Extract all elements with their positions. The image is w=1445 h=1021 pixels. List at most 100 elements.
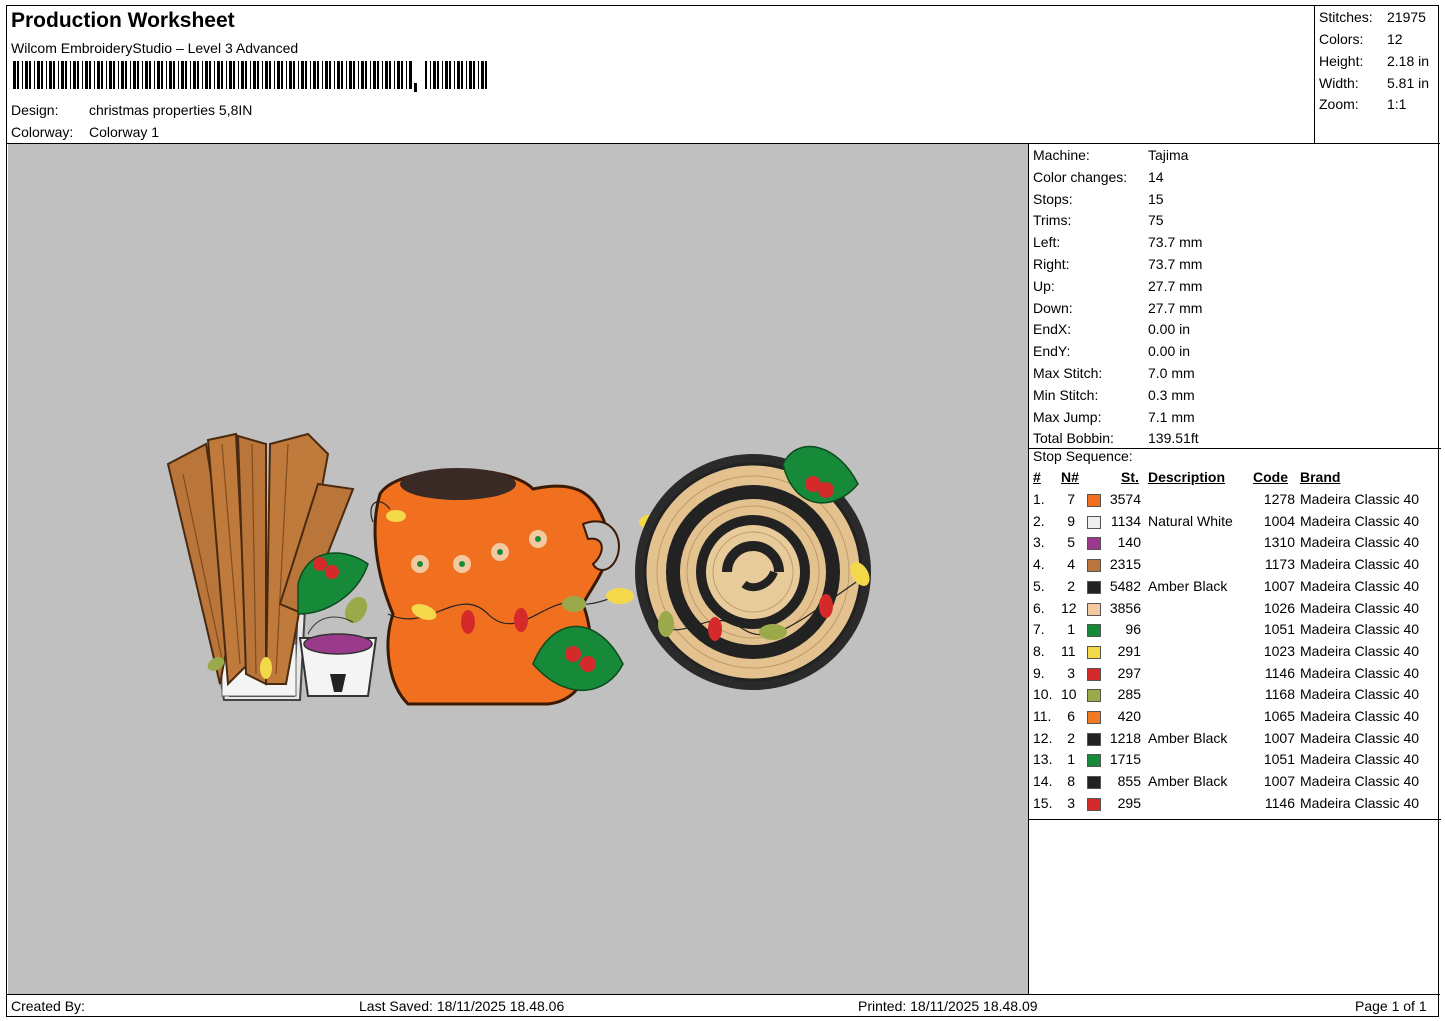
needle-number: 8 [1067, 773, 1075, 790]
machine-stat-row: Down: 27.7 mm [1033, 300, 1202, 316]
stat-stitches: Stitches: 21975 [1319, 9, 1441, 25]
stitch-count: 285 [1117, 686, 1141, 703]
page-number: Page 1 of 1 [1355, 998, 1427, 1014]
machine-stat-value: 73.7 mm [1148, 234, 1203, 251]
row-number: 11. [1033, 708, 1052, 724]
thread-brand: Madeira Classic 40 [1300, 751, 1420, 768]
thread-code: 1146 [1264, 794, 1295, 811]
needle-number: 4 [1067, 556, 1075, 573]
machine-stat-value: 27.7 mm [1148, 299, 1203, 316]
machine-stat-row: Right: 73.7 mm [1033, 256, 1202, 272]
stat-label: Colors: [1319, 31, 1364, 47]
needle-number: 11 [1061, 642, 1076, 659]
stitch-count: 96 [1125, 621, 1141, 638]
machine-stat-label: Machine: [1033, 147, 1090, 163]
col-header-st: St. [1121, 469, 1139, 485]
machine-stat-value: 0.3 mm [1148, 386, 1195, 403]
machine-stat-label: Trims: [1033, 212, 1072, 229]
machine-stat-row: Total Bobbin: 139.51ft [1033, 430, 1199, 446]
stop-sequence-row: 12. 2 1218 Amber Black 1007 Madeira Classic 4… [1029, 730, 1441, 751]
stop-sequence-row: 7. 1 96 1051 Madeira Classic 40 [1029, 621, 1441, 642]
thread-color-swatch [1087, 732, 1101, 746]
stitch-count: 295 [1117, 794, 1141, 811]
stop-sequence-row: 5. 2 5482 Amber Black 1007 Madeira Classic 40 [1029, 578, 1441, 599]
machine-stat-row: Max Stitch: 7.0 mm [1033, 365, 1195, 381]
stat-label: Zoom: [1319, 96, 1359, 112]
machine-stat-row: Up: 27.7 mm [1033, 278, 1202, 294]
design-row: Design: christmas properties 5,8IN [11, 102, 252, 118]
thread-brand: Madeira Classic 40 [1300, 491, 1420, 507]
stat-label: Stitches: [1319, 9, 1373, 25]
stop-sequence-row: 10. 10 285 1168 Madeira Classic 40 [1029, 686, 1441, 707]
machine-stat-label: Max Jump: [1033, 408, 1102, 425]
row-number: 15. [1033, 794, 1053, 811]
thread-code: 1004 [1263, 512, 1295, 529]
machine-stat-value: Tajima [1148, 147, 1189, 163]
stitch-count: 5482 [1109, 577, 1141, 594]
thread-brand: Madeira Classic 40 [1300, 708, 1420, 724]
stop-sequence-row: 15. 3 295 1146 Madeira Classic 40 [1029, 795, 1441, 816]
col-header-num: # [1033, 469, 1041, 485]
needle-number: 12 [1061, 599, 1077, 616]
colorway-label: Colorway: [11, 124, 74, 140]
thread-brand: Madeira Classic 40 [1300, 512, 1420, 529]
thread-brand: Madeira Classic 40 [1300, 664, 1420, 681]
machine-info-panel: Machine: Tajima Color changes: 14 Stops: 15 Tr… [1028, 144, 1441, 994]
thread-brand: Madeira Classic 40 [1300, 794, 1420, 811]
machine-stat-label: Down: [1033, 299, 1073, 316]
col-header-n: N# [1061, 469, 1079, 485]
machine-stat-row: Color changes: 14 [1033, 169, 1164, 185]
thread-code: 1007 [1263, 577, 1295, 594]
stat-value: 2.18 in [1387, 53, 1430, 69]
thread-color-swatch [1087, 711, 1101, 724]
thread-color-swatch [1087, 776, 1101, 790]
needle-number: 6 [1067, 708, 1075, 724]
needle-number: 2 [1067, 577, 1075, 594]
thread-brand: Madeira Classic 40 [1300, 577, 1420, 594]
thread-brand: Madeira Classic 40 [1300, 599, 1420, 616]
worksheet-header: Production Worksheet Wilcom EmbroiderySt… [7, 6, 1440, 144]
stat-height: Height: 2.18 in [1319, 53, 1441, 69]
last-saved: Last Saved: 18/11/2025 18.48.06 [359, 998, 565, 1014]
stop-sequence-row: 4. 4 2315 1173 Madeira Classic 40 [1029, 556, 1441, 577]
needle-number: 1 [1067, 621, 1075, 638]
stitch-count: 3856 [1109, 599, 1141, 616]
row-number: 6. [1033, 599, 1045, 616]
machine-stat-value: 7.0 mm [1148, 365, 1195, 381]
needle-number: 3 [1067, 794, 1075, 811]
thread-code: 1007 [1263, 773, 1295, 790]
thread-color-swatch [1087, 689, 1101, 703]
thread-color-swatch [1087, 559, 1101, 573]
stop-sequence-row: 3. 5 140 1310 Madeira Classic 40 [1029, 534, 1441, 555]
stitch-count: 291 [1117, 642, 1141, 659]
machine-stat-label: Up: [1033, 277, 1055, 294]
stat-value: 21975 [1387, 9, 1426, 25]
stitch-count: 420 [1117, 708, 1141, 724]
col-header-description: Description [1148, 469, 1226, 485]
printed-date: Printed: 18/11/2025 18.48.09 [858, 998, 1038, 1014]
stop-sequence-row: 6. 12 3856 1026 Madeira Classic 40 [1029, 600, 1441, 621]
machine-stat-row: Left: 73.7 mm [1033, 234, 1202, 250]
thread-code: 1007 [1263, 729, 1295, 746]
stat-value: 1:1 [1387, 96, 1407, 112]
thread-brand: Madeira Classic 40 [1300, 686, 1420, 703]
thread-brand: Madeira Classic 40 [1300, 642, 1420, 659]
needle-number: 2 [1067, 729, 1075, 746]
stitch-count: 1218 [1109, 729, 1141, 746]
machine-stat-label: Left: [1033, 234, 1061, 251]
machine-stat-value: 7.1 mm [1148, 408, 1195, 425]
machine-stat-row: Trims: 75 [1033, 212, 1164, 228]
thread-code: 1051 [1263, 751, 1295, 768]
stop-sequence-row: 2. 9 1134 Natural White 1004 Madeira Classic … [1029, 513, 1441, 534]
design-preview-canvas[interactable] [8, 144, 1028, 994]
design-stats-box: Stitches: 21975 Colors: 12 Height: 2.18 in … [1314, 6, 1440, 144]
thread-color-swatch [1087, 667, 1101, 681]
machine-stat-value: 75 [1148, 212, 1164, 229]
stat-value: 12 [1387, 31, 1403, 47]
stat-label: Height: [1319, 53, 1364, 69]
thread-code: 1026 [1263, 599, 1295, 616]
thread-code: 1173 [1264, 556, 1295, 573]
row-number: 4. [1033, 556, 1045, 573]
stat-value: 5.81 in [1387, 75, 1430, 91]
thread-color-swatch [1087, 602, 1101, 616]
